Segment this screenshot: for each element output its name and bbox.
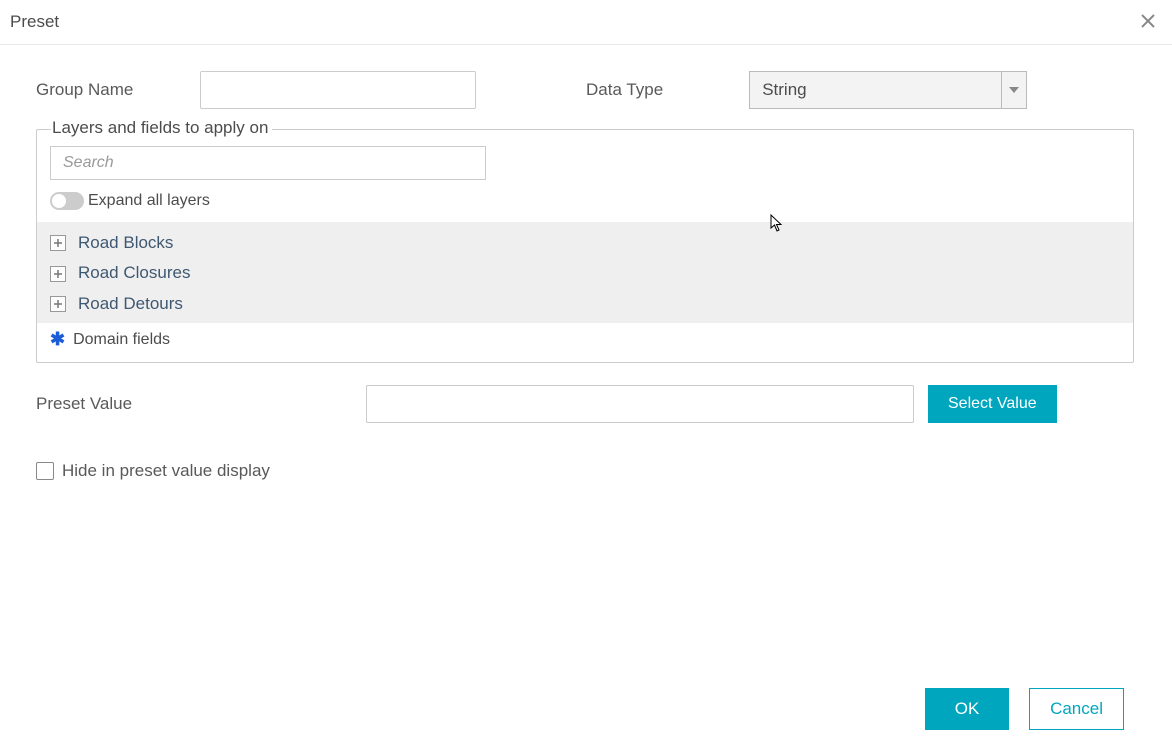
expand-all-row: Expand all layers — [50, 192, 1120, 210]
preset-value-input[interactable] — [366, 385, 914, 423]
data-type-label: Data Type — [586, 80, 663, 100]
hide-preset-label: Hide in preset value display — [62, 461, 270, 481]
row-group-name-datatype: Group Name Data Type String — [36, 71, 1136, 109]
dialog-header: Preset — [0, 0, 1172, 45]
group-name-input[interactable] — [200, 71, 476, 109]
layer-item-label: Road Detours — [78, 291, 183, 317]
hide-preset-row: Hide in preset value display — [36, 461, 1136, 481]
domain-fields-note: ✱ Domain fields — [37, 323, 1133, 352]
layer-item[interactable]: Road Closures — [37, 258, 1133, 288]
ok-button[interactable]: OK — [925, 688, 1009, 730]
dialog-body: Group Name Data Type String Layers and f… — [0, 45, 1172, 481]
preset-value-label: Preset Value — [36, 394, 366, 414]
dialog-title: Preset — [8, 12, 59, 32]
expand-all-toggle[interactable] — [50, 192, 84, 210]
data-type-value: String — [749, 71, 1001, 109]
hide-preset-checkbox[interactable] — [36, 462, 54, 480]
data-type-select[interactable]: String — [749, 71, 1027, 109]
layer-item-label: Road Blocks — [78, 230, 173, 256]
preset-value-row: Preset Value Select Value — [36, 385, 1136, 423]
expand-all-label: Expand all layers — [88, 192, 210, 210]
layers-legend: Layers and fields to apply on — [51, 118, 272, 138]
layers-fieldset: Layers and fields to apply on Expand all… — [36, 129, 1134, 363]
chevron-down-icon[interactable] — [1001, 71, 1027, 109]
layer-item[interactable]: Road Detours — [37, 289, 1133, 319]
layer-item-label: Road Closures — [78, 260, 190, 286]
asterisk-icon: ✱ — [50, 329, 65, 350]
layer-list: Road Blocks Road Closures Road Detours — [37, 222, 1133, 323]
select-value-button[interactable]: Select Value — [928, 385, 1057, 423]
layers-search-input[interactable] — [50, 146, 486, 180]
close-icon[interactable] — [1136, 7, 1160, 37]
expand-icon[interactable] — [50, 296, 66, 312]
layer-item[interactable]: Road Blocks — [37, 228, 1133, 258]
dialog-footer: OK Cancel — [925, 688, 1124, 730]
domain-fields-label: Domain fields — [73, 331, 170, 349]
cancel-button[interactable]: Cancel — [1029, 688, 1124, 730]
group-name-label: Group Name — [36, 80, 200, 100]
expand-icon[interactable] — [50, 266, 66, 282]
expand-icon[interactable] — [50, 235, 66, 251]
